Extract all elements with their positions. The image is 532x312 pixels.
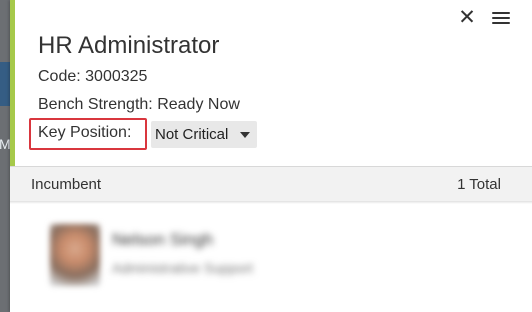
code-label: Code: xyxy=(38,68,81,85)
card-accent-bar xyxy=(10,0,15,166)
key-position-dropdown[interactable]: Not Critical xyxy=(151,121,257,148)
caret-down-icon xyxy=(240,132,250,138)
code-row: Code: 3000325 xyxy=(38,68,147,86)
key-position-value: Not Critical xyxy=(155,126,229,143)
menu-icon[interactable] xyxy=(490,10,512,26)
incumbent-name: Nelson Singh xyxy=(112,230,214,249)
section-divider xyxy=(10,201,532,204)
incumbent-total: 1 Total xyxy=(457,176,501,193)
bench-strength-row: Bench Strength: Ready Now xyxy=(38,96,240,114)
close-icon[interactable]: ✕ xyxy=(458,7,476,28)
position-title: HR Administrator xyxy=(38,32,220,59)
position-detail-card: ✕ HR Administrator Code: 3000325 Bench S… xyxy=(10,0,532,312)
incumbent-label: Incumbent xyxy=(31,176,102,193)
background-header-strip: Ma xyxy=(0,62,18,152)
bench-strength-value: Ready Now xyxy=(157,96,240,113)
bench-strength-label: Bench Strength: xyxy=(38,96,153,113)
code-value: 3000325 xyxy=(85,68,148,85)
incumbent-list-item[interactable]: Nelson Singh Administrative Support xyxy=(40,222,340,292)
incumbent-role: Administrative Support xyxy=(112,260,253,276)
avatar xyxy=(50,224,100,286)
key-position-label: Key Position: xyxy=(38,124,132,141)
incumbent-header: Incumbent 1 Total xyxy=(10,166,532,202)
